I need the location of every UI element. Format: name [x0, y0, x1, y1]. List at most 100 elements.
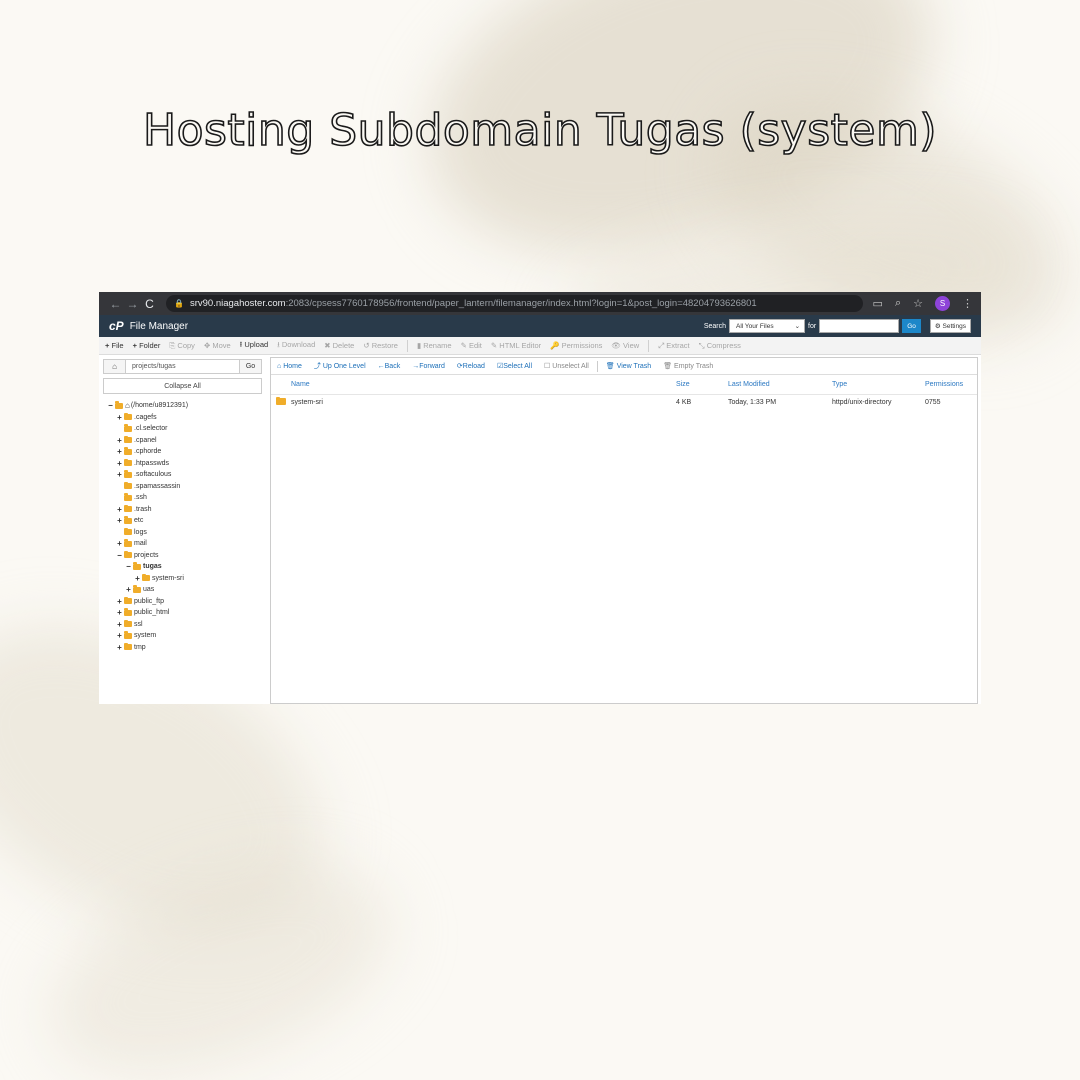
expand-icon[interactable]: +: [116, 505, 123, 514]
expand-icon[interactable]: +: [116, 470, 123, 479]
forward-button[interactable]: →Forward: [412, 363, 445, 370]
collapse-icon[interactable]: −: [125, 562, 132, 571]
tree-item[interactable]: + .cpanel: [103, 435, 262, 447]
file-table-body: system-sri 4 KB Today, 1:33 PM httpd/unix-d…: [271, 395, 977, 410]
column-type[interactable]: Type: [832, 381, 925, 388]
expand-icon[interactable]: +: [116, 413, 123, 422]
empty-trash-button[interactable]: 🗑 Empty Trash: [663, 362, 713, 370]
folder-icon: [124, 447, 132, 455]
toolbar-item-label: File: [111, 341, 124, 350]
path-go-button[interactable]: Go: [239, 360, 261, 373]
column-name[interactable]: Name: [291, 381, 676, 388]
settings-button[interactable]: ⚙ Settings: [929, 319, 971, 333]
tree-item[interactable]: logs: [103, 527, 262, 539]
reload-icon[interactable]: C: [141, 297, 158, 311]
zoom-icon[interactable]: ⌕: [895, 297, 901, 310]
expand-icon[interactable]: +: [116, 459, 123, 468]
home-button[interactable]: ⌂ Home: [277, 363, 302, 370]
folder-icon: [124, 550, 132, 559]
toolbar-folder-button[interactable]: + Folder: [133, 341, 161, 350]
search-go-button[interactable]: Go: [902, 319, 921, 333]
cpanel-logo[interactable]: cP: [109, 319, 124, 333]
menu-dots-icon[interactable]: ⋮: [962, 297, 973, 310]
tree-item[interactable]: − ⌂ (/home/u8912391): [103, 400, 262, 412]
expand-icon[interactable]: +: [116, 597, 123, 606]
tree-item[interactable]: − tugas: [103, 561, 262, 573]
collapse-icon[interactable]: −: [107, 401, 114, 410]
toolbar-extract-button[interactable]: ⤢ Extract: [658, 341, 689, 351]
collapse-all-button[interactable]: Collapse All: [103, 378, 262, 394]
tree-item[interactable]: + public_html: [103, 607, 262, 619]
tree-item[interactable]: + .cphorde: [103, 446, 262, 458]
tree-item[interactable]: + etc: [103, 515, 262, 527]
expand-icon[interactable]: +: [125, 585, 132, 594]
search-input[interactable]: [819, 319, 900, 333]
folder-icon: [124, 481, 132, 490]
up-one-level-button[interactable]: ⤴ Up One Level: [314, 361, 366, 371]
tree-item[interactable]: + system-sri: [103, 573, 262, 585]
column-last-modified[interactable]: Last Modified: [728, 381, 832, 388]
expand-icon[interactable]: +: [116, 539, 123, 548]
expand-icon[interactable]: +: [116, 608, 123, 617]
folder-icon: [124, 504, 132, 513]
forward-arrow-icon[interactable]: →: [124, 297, 141, 311]
tree-item[interactable]: + .htpasswds: [103, 458, 262, 470]
view-trash-button[interactable]: 🗑 View Trash: [606, 362, 651, 370]
expand-icon[interactable]: +: [116, 447, 123, 456]
toolbar-edit-button[interactable]: ✎ Edit: [461, 341, 482, 350]
tree-item[interactable]: − projects: [103, 550, 262, 562]
column-permissions[interactable]: Permissions: [925, 381, 977, 388]
toolbar-rename-button[interactable]: ▮ Rename: [417, 341, 452, 350]
table-row[interactable]: system-sri 4 KB Today, 1:33 PM httpd/unix-d…: [271, 395, 977, 410]
expand-icon[interactable]: +: [134, 574, 141, 583]
tree-item[interactable]: + .cagefs: [103, 412, 262, 424]
tree-item[interactable]: + .trash: [103, 504, 262, 516]
toolbar-view-button[interactable]: 👁 View: [611, 341, 639, 350]
toolbar-upload-button[interactable]: ⭱ Upload: [240, 339, 269, 352]
back-arrow-icon[interactable]: ←: [107, 297, 124, 311]
unselect-all-button[interactable]: ☐ Unselect All: [544, 362, 589, 370]
toolbar-copy-button[interactable]: ⎘ Copy: [169, 341, 195, 351]
tree-item[interactable]: + tmp: [103, 642, 262, 654]
search-scope-select[interactable]: All Your Files ⌄: [729, 319, 806, 333]
select-all-button[interactable]: ☑Select All: [497, 362, 532, 370]
file-size: 4 KB: [676, 399, 692, 406]
expand-icon[interactable]: +: [116, 516, 123, 525]
toolbar-item-label: Folder: [139, 341, 161, 350]
column-size[interactable]: Size: [676, 381, 728, 388]
toolbar-download-button[interactable]: ⭳ Download: [277, 339, 315, 352]
expand-icon[interactable]: +: [116, 631, 123, 640]
file-toolbar: + File + Folder ⎘ Copy ✥ Move ⭱ Upload ⭳ Down…: [99, 337, 981, 355]
toolbar-permissions-button[interactable]: 🔑 Permissions: [550, 341, 602, 350]
tree-item[interactable]: + public_ftp: [103, 596, 262, 608]
toolbar-restore-button[interactable]: ↺ Restore: [363, 341, 398, 350]
cast-icon[interactable]: ▭: [873, 297, 883, 310]
collapse-icon[interactable]: −: [116, 551, 123, 560]
tree-item[interactable]: .cl.selector: [103, 423, 262, 435]
toolbar-html-editor-button[interactable]: ✎ HTML Editor: [491, 341, 541, 350]
tree-item[interactable]: + system: [103, 630, 262, 642]
tree-item[interactable]: + uas: [103, 584, 262, 596]
avatar[interactable]: S: [935, 296, 950, 311]
tree-item[interactable]: + ssl: [103, 619, 262, 631]
expand-icon[interactable]: +: [116, 643, 123, 652]
expand-icon[interactable]: +: [116, 436, 123, 445]
path-input[interactable]: projects/tugas: [126, 360, 239, 373]
toolbar-file-button[interactable]: + File: [105, 341, 124, 350]
tree-item[interactable]: .ssh: [103, 492, 262, 504]
address-bar[interactable]: 🔒 srv90.niagahoster.com:2083/cpsess77601…: [166, 295, 863, 312]
tree-item[interactable]: + .softaculous: [103, 469, 262, 481]
bookmark-star-icon[interactable]: ☆: [913, 297, 923, 310]
expand-icon[interactable]: +: [116, 620, 123, 629]
toolbar-delete-button[interactable]: ✖ Delete: [324, 341, 354, 350]
tree-item[interactable]: + mail: [103, 538, 262, 550]
toolbar-item-icon: +: [132, 341, 137, 350]
reload-button[interactable]: ⟳Reload: [457, 362, 485, 370]
tree-item[interactable]: .spamassassin: [103, 481, 262, 493]
toolbar-compress-button[interactable]: ⤡ Compress: [699, 341, 741, 351]
home-icon[interactable]: ⌂: [104, 360, 126, 373]
toolbar-item-label: Restore: [371, 341, 398, 350]
back-button[interactable]: ←Back: [378, 363, 401, 370]
trash-icon: 🗑: [605, 363, 615, 370]
toolbar-move-button[interactable]: ✥ Move: [204, 341, 231, 350]
